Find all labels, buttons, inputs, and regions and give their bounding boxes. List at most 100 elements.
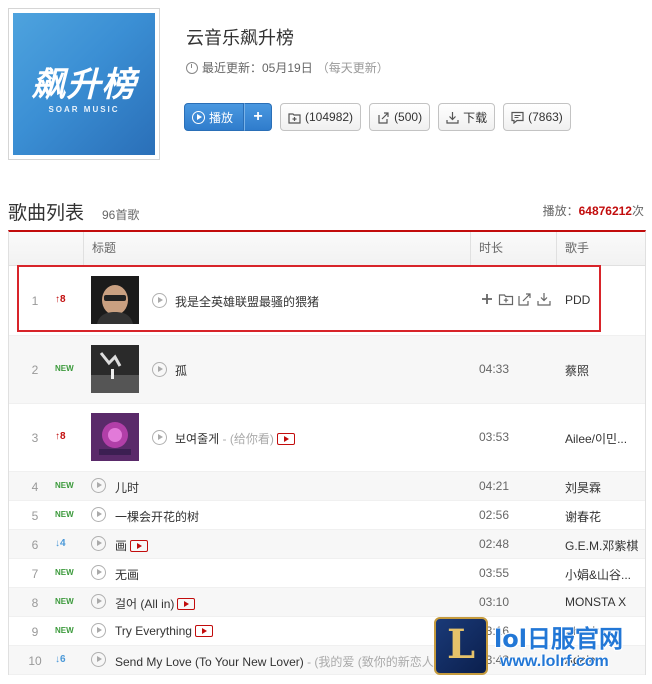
song-cover-thumbnail[interactable] [91, 345, 139, 393]
table-header: 标题 时长 歌手 [9, 232, 645, 266]
song-name[interactable]: 画 [115, 537, 149, 554]
song-title: Send My Love (To Your New Lover) [115, 655, 304, 669]
song-cover-thumbnail[interactable] [91, 413, 139, 461]
play-song-icon[interactable] [91, 565, 106, 580]
song-title: Try Everything [115, 624, 192, 638]
song-title: 儿时 [115, 481, 140, 495]
col-artist: 歌手 [556, 232, 645, 265]
comment-button[interactable]: (7863) [503, 103, 571, 131]
play-song-icon[interactable] [152, 430, 167, 445]
song-duration: 03:10 [479, 595, 510, 609]
song-title: 보여줄게 [175, 432, 220, 446]
songlist-header: 歌曲列表 96首歌 播放：64876212次 [8, 198, 644, 228]
table-row[interactable]: 5 NEW 一棵会开花的树 02:56 谢春花 [9, 501, 645, 530]
song-name[interactable]: 孤 [175, 362, 187, 379]
clock-icon [186, 61, 198, 74]
highlight-box [17, 265, 601, 332]
song-count: 96首歌 [102, 208, 140, 222]
song-name[interactable]: 보여줄게 - (给你看) [175, 430, 295, 447]
rank-change: ↓4 [55, 538, 66, 549]
song-alias: - (给你看) [219, 432, 274, 446]
rank-change: ↑8 [55, 431, 66, 442]
share-count: (500) [394, 110, 423, 124]
song-rank: 3 [31, 431, 39, 445]
comment-count: (7863) [528, 110, 563, 124]
cover-title: 飙升榜 [31, 65, 137, 105]
mv-icon[interactable] [130, 540, 149, 552]
play-song-icon[interactable] [91, 652, 106, 667]
download-icon [446, 111, 459, 124]
play-song-icon[interactable] [91, 594, 106, 609]
watermark: L lol日服官网 www.lolrf.com [434, 617, 648, 679]
download-button[interactable]: 下载 [438, 103, 496, 131]
song-duration: 03:55 [479, 566, 510, 580]
rank-change: NEW [55, 481, 74, 490]
song-name[interactable]: 一棵会开花的树 [115, 508, 199, 525]
mv-icon[interactable] [276, 433, 295, 445]
watermark-title: lol日服官网 [494, 625, 623, 653]
song-artist[interactable]: 谢春花 [565, 508, 639, 525]
play-song-icon[interactable] [91, 507, 106, 522]
collect-button[interactable]: (104982) [280, 103, 362, 131]
update-info: 最近更新：05月19日 （每天更新） [186, 59, 389, 76]
song-title: 걸어 (All in) [115, 597, 175, 611]
play-icon [192, 110, 205, 124]
collect-count: (104982) [305, 110, 354, 124]
song-rank: 10 [28, 654, 42, 668]
mv-icon[interactable] [177, 598, 196, 610]
col-title: 标题 [83, 232, 472, 265]
table-row[interactable]: 3 ↑8 보여줄게 - (给你看) 03:53 Ailee/이민... [9, 404, 645, 472]
song-artist[interactable]: Ailee/이민... [565, 430, 639, 447]
watermark-logo: L [434, 617, 488, 675]
watermark-url: www.lolrf.com [500, 653, 609, 670]
share-button[interactable]: (500) [369, 103, 431, 131]
song-rank: 5 [31, 509, 39, 523]
play-count-label: 播放： [542, 204, 579, 218]
play-count-unit: 次 [631, 204, 644, 218]
table-row[interactable]: 7 NEW 无画 03:55 小娟&山谷... [9, 559, 645, 588]
table-row[interactable]: 4 NEW 儿时 04:21 刘昊霖 [9, 472, 645, 501]
song-rank: 6 [31, 538, 39, 552]
table-row[interactable]: 6 ↓4 画 02:48 G.E.M.邓紫棋 [9, 530, 645, 559]
play-song-icon[interactable] [91, 623, 106, 638]
song-name[interactable]: Send My Love (To Your New Lover) - (我的爱 … [115, 653, 442, 670]
song-rank: 2 [31, 363, 39, 377]
play-label: 播放 [209, 110, 234, 125]
song-rank: 9 [31, 625, 39, 639]
action-bar: 播放 + (104982) (500) 下载 (7863) [184, 103, 579, 131]
song-duration: 03:53 [479, 430, 510, 444]
download-label: 下载 [463, 110, 488, 125]
update-label: 最近更新：05月19日 [202, 61, 313, 75]
mv-icon[interactable] [194, 625, 213, 637]
song-title: 画 [115, 539, 128, 553]
song-name[interactable]: 无画 [115, 566, 139, 583]
song-artist[interactable]: G.E.M.邓紫棋 [565, 537, 639, 554]
song-artist[interactable]: 刘昊霖 [565, 479, 639, 496]
song-rank: 7 [31, 567, 39, 581]
song-artist[interactable]: 小娟&山谷... [565, 566, 639, 583]
song-duration: 04:21 [479, 479, 510, 493]
play-song-icon[interactable] [91, 478, 106, 493]
table-row[interactable]: 8 NEW 걸어 (All in) 03:10 MONSTA X [9, 588, 645, 617]
play-song-icon[interactable] [152, 362, 167, 377]
update-note: （每天更新） [316, 61, 389, 75]
song-rank: 4 [31, 480, 39, 494]
add-to-queue-button[interactable]: + [244, 103, 273, 131]
play-count: 播放：64876212次 [543, 202, 644, 219]
rank-change: NEW [55, 364, 74, 373]
playlist-cover: 飙升榜 SOAR MUSIC [8, 8, 160, 160]
song-artist[interactable]: MONSTA X [565, 595, 639, 609]
play-button[interactable]: 播放 [184, 103, 245, 131]
song-name[interactable]: Try Everything [115, 624, 213, 638]
rank-change: NEW [55, 510, 74, 519]
song-title: 孤 [175, 364, 188, 378]
play-group: 播放 + [184, 103, 273, 131]
rank-change: NEW [55, 568, 74, 577]
song-title: 一棵会开花的树 [115, 510, 200, 524]
song-name[interactable]: 걸어 (All in) [115, 595, 196, 612]
playlist-title: 云音乐飙升榜 [186, 28, 294, 49]
table-row[interactable]: 2 NEW 孤 04:33 蔡照 [9, 336, 645, 404]
play-song-icon[interactable] [91, 536, 106, 551]
song-artist[interactable]: 蔡照 [565, 362, 639, 379]
song-name[interactable]: 儿时 [115, 479, 139, 496]
